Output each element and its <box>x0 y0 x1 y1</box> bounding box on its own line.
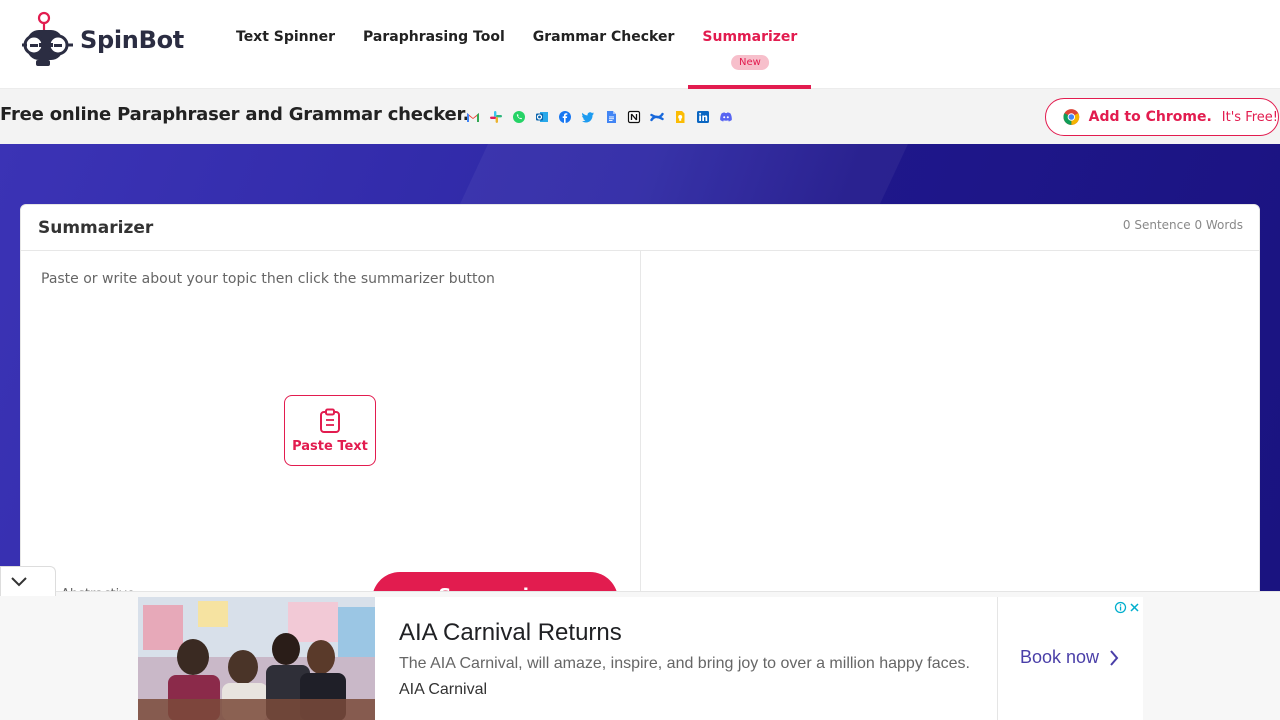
summarizer-input[interactable] <box>41 271 621 391</box>
nav-text-spinner[interactable]: Text Spinner <box>222 0 349 89</box>
discord-icon <box>719 109 733 123</box>
nav-paraphrasing-tool[interactable]: Paraphrasing Tool <box>349 0 519 89</box>
google-docs-icon <box>604 109 618 123</box>
paste-text-button[interactable]: Paste Text <box>284 395 376 466</box>
ad-close-icon[interactable] <box>1128 599 1141 614</box>
twitter-icon <box>581 109 595 123</box>
notion-icon <box>627 109 641 124</box>
whatsapp-icon <box>512 109 526 123</box>
top-header: SpinBot Text Spinner Paraphrasing Tool G… <box>0 0 1280 89</box>
tool-title: Summarizer <box>38 218 154 238</box>
new-badge: New <box>730 55 769 70</box>
card-header: Summarizer 0 Sentence 0 Words <box>21 205 1259 251</box>
chrome-button-label: Add to Chrome. <box>1088 109 1212 125</box>
nav-label: Summarizer <box>702 29 798 45</box>
chevron-right-icon <box>1110 649 1119 666</box>
nav-label: Paraphrasing Tool <box>363 29 505 45</box>
slack-icon <box>489 109 503 123</box>
clipboard-icon <box>320 408 340 433</box>
bottom-ad-bar: AIA Carnival Returns The AIA Carnival, w… <box>0 591 1280 720</box>
integrations-icon-row <box>466 109 733 124</box>
ad-choices <box>1114 599 1141 614</box>
ad-description: The AIA Carnival, will amaze, inspire, a… <box>399 655 970 672</box>
gmail-icon <box>466 109 480 123</box>
ad-divider <box>997 597 998 720</box>
pane-divider <box>640 251 641 603</box>
main-nav: Text Spinner Paraphrasing Tool Grammar C… <box>222 0 812 89</box>
nav-label: Grammar Checker <box>532 29 675 45</box>
summarizer-card: Summarizer 0 Sentence 0 Words Paste Text… <box>20 204 1260 604</box>
carnival-photo <box>138 597 375 720</box>
add-to-chrome-button[interactable]: Add to Chrome. It's Free! <box>1045 98 1279 136</box>
facebook-icon <box>558 109 572 123</box>
collapse-ad-button[interactable] <box>0 566 56 596</box>
nav-label: Text Spinner <box>236 29 336 45</box>
book-now-label: Book now <box>1020 647 1100 667</box>
spinbot-robot-icon <box>22 11 73 66</box>
paste-text-label: Paste Text <box>292 438 368 454</box>
nav-grammar-checker[interactable]: Grammar Checker <box>519 0 689 89</box>
nav-summarizer[interactable]: Summarizer New <box>688 0 812 89</box>
sentence-word-count: 0 Sentence 0 Words <box>1122 218 1243 232</box>
ad-brand: AIA Carnival <box>399 681 488 698</box>
linkedin-icon <box>696 109 710 123</box>
spinbot-logo[interactable]: SpinBot <box>20 10 190 70</box>
ad-info-icon[interactable] <box>1114 599 1127 614</box>
chevron-down-icon <box>11 576 27 586</box>
google-keep-icon <box>673 109 687 123</box>
ad-title[interactable]: AIA Carnival Returns <box>399 619 622 647</box>
chrome-button-free-label: It's Free! <box>1221 109 1278 125</box>
book-now-button[interactable]: Book now <box>1020 647 1119 668</box>
ad-image[interactable] <box>138 597 375 720</box>
logo-text: SpinBot <box>80 26 184 54</box>
tagline-bar: Free online Paraphraser and Grammar chec… <box>0 89 1280 144</box>
ad-banner[interactable]: AIA Carnival Returns The AIA Carnival, w… <box>138 597 1143 720</box>
confluence-icon <box>650 109 664 123</box>
chrome-icon <box>1063 109 1080 125</box>
outlook-icon <box>535 109 549 123</box>
site-tagline: Free online Paraphraser and Grammar chec… <box>0 104 470 125</box>
